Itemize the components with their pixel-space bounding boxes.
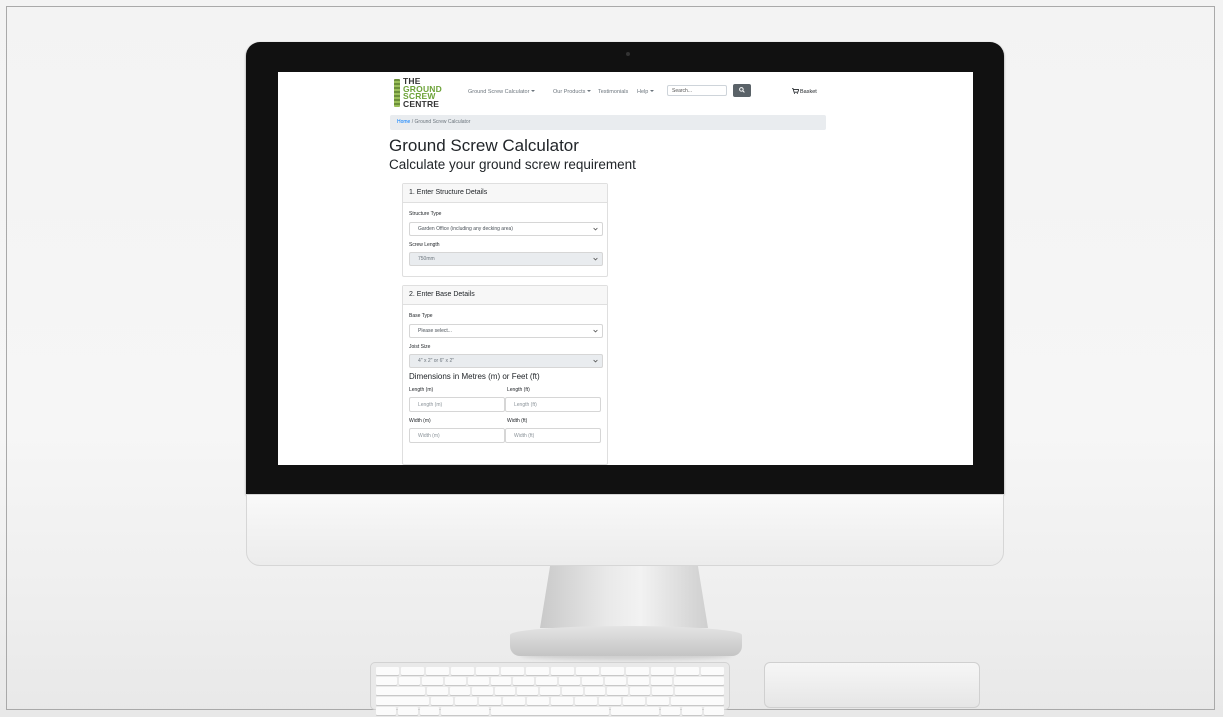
structure-type-label: Structure Type <box>409 211 442 217</box>
chevron-down-icon <box>593 329 598 333</box>
width-m-input[interactable] <box>409 428 505 443</box>
search-input[interactable] <box>667 85 727 96</box>
card-header: 2. Enter Base Details <box>403 286 607 305</box>
width-m-label: Width (m) <box>409 418 431 424</box>
structure-details-card: 1. Enter Structure Details Structure Typ… <box>402 183 608 277</box>
nav-testimonials[interactable]: Testimonials <box>598 89 628 95</box>
monitor-chin <box>246 494 1004 566</box>
joist-size-label: Joist Size <box>409 344 431 350</box>
nav-item-label: Our Products <box>553 89 586 95</box>
screw-length-value: 750mm <box>418 256 435 262</box>
basket-link[interactable]: Basket <box>792 88 817 95</box>
keyboard <box>370 662 730 715</box>
trackpad <box>764 662 980 708</box>
page-subtitle: Calculate your ground screw requirement <box>389 157 636 172</box>
structure-type-select[interactable]: Garden Office (including any decking are… <box>409 222 603 236</box>
dimensions-heading: Dimensions in Metres (m) or Feet (ft) <box>409 372 540 381</box>
base-type-value: Please select... <box>418 328 452 334</box>
page-title: Ground Screw Calculator <box>389 136 579 155</box>
nav-item-label: Help <box>637 89 649 95</box>
breadcrumb-current: Ground Screw Calculator <box>414 119 471 125</box>
monitor-stand-base <box>510 626 742 656</box>
chevron-down-icon <box>593 359 598 363</box>
caret-down-icon <box>587 90 592 92</box>
nav-help[interactable]: Help <box>637 89 655 95</box>
search-icon <box>739 87 745 93</box>
basket-label: Basket <box>800 89 817 95</box>
breadcrumb-separator: / <box>411 119 414 125</box>
screw-length-select[interactable]: 750mm <box>409 252 603 266</box>
structure-type-value: Garden Office (including any decking are… <box>418 226 513 232</box>
chevron-down-icon <box>593 227 598 231</box>
width-ft-input[interactable] <box>505 428 601 443</box>
length-m-label: Length (m) <box>409 387 434 393</box>
logo-text: THE GROUND SCREW CENTRE <box>403 77 442 109</box>
length-ft-label: Length (ft) <box>507 387 530 393</box>
card-header: 1. Enter Structure Details <box>403 184 607 203</box>
monitor-stand <box>540 566 708 628</box>
chevron-down-icon <box>593 257 598 261</box>
breadcrumb: Home / Ground Screw Calculator <box>390 115 826 130</box>
screw-length-label: Screw Length <box>409 242 440 248</box>
nav-our-products[interactable]: Our Products <box>553 89 592 95</box>
screen: THE GROUND SCREW CENTRE Ground Screw Cal… <box>278 72 973 465</box>
nav-item-label: Testimonials <box>598 89 629 95</box>
base-type-select[interactable]: Please select... <box>409 324 603 338</box>
caret-down-icon <box>650 90 655 92</box>
width-ft-label: Width (ft) <box>507 418 528 424</box>
length-ft-input[interactable] <box>505 397 601 412</box>
nav-item-label: Ground Screw Calculator <box>468 89 530 95</box>
breadcrumb-home-link[interactable]: Home <box>397 119 410 125</box>
search-button[interactable] <box>733 84 751 97</box>
length-m-input[interactable] <box>409 397 505 412</box>
base-type-label: Base Type <box>409 313 433 319</box>
base-details-card: 2. Enter Base Details Base Type Please s… <box>402 285 608 465</box>
cart-icon <box>792 88 800 94</box>
joist-size-value: 4" x 2" or 6" x 2" <box>418 358 455 364</box>
navbar: THE GROUND SCREW CENTRE Ground Screw Cal… <box>278 72 973 112</box>
logo-line-4: CENTRE <box>403 98 440 109</box>
caret-down-icon <box>531 90 536 92</box>
camera-dot <box>626 52 630 56</box>
nav-ground-screw-calculator[interactable]: Ground Screw Calculator <box>468 89 536 95</box>
screw-logo-icon <box>394 79 400 107</box>
joist-size-select[interactable]: 4" x 2" or 6" x 2" <box>409 354 603 368</box>
site-logo[interactable]: THE GROUND SCREW CENTRE <box>394 77 456 109</box>
